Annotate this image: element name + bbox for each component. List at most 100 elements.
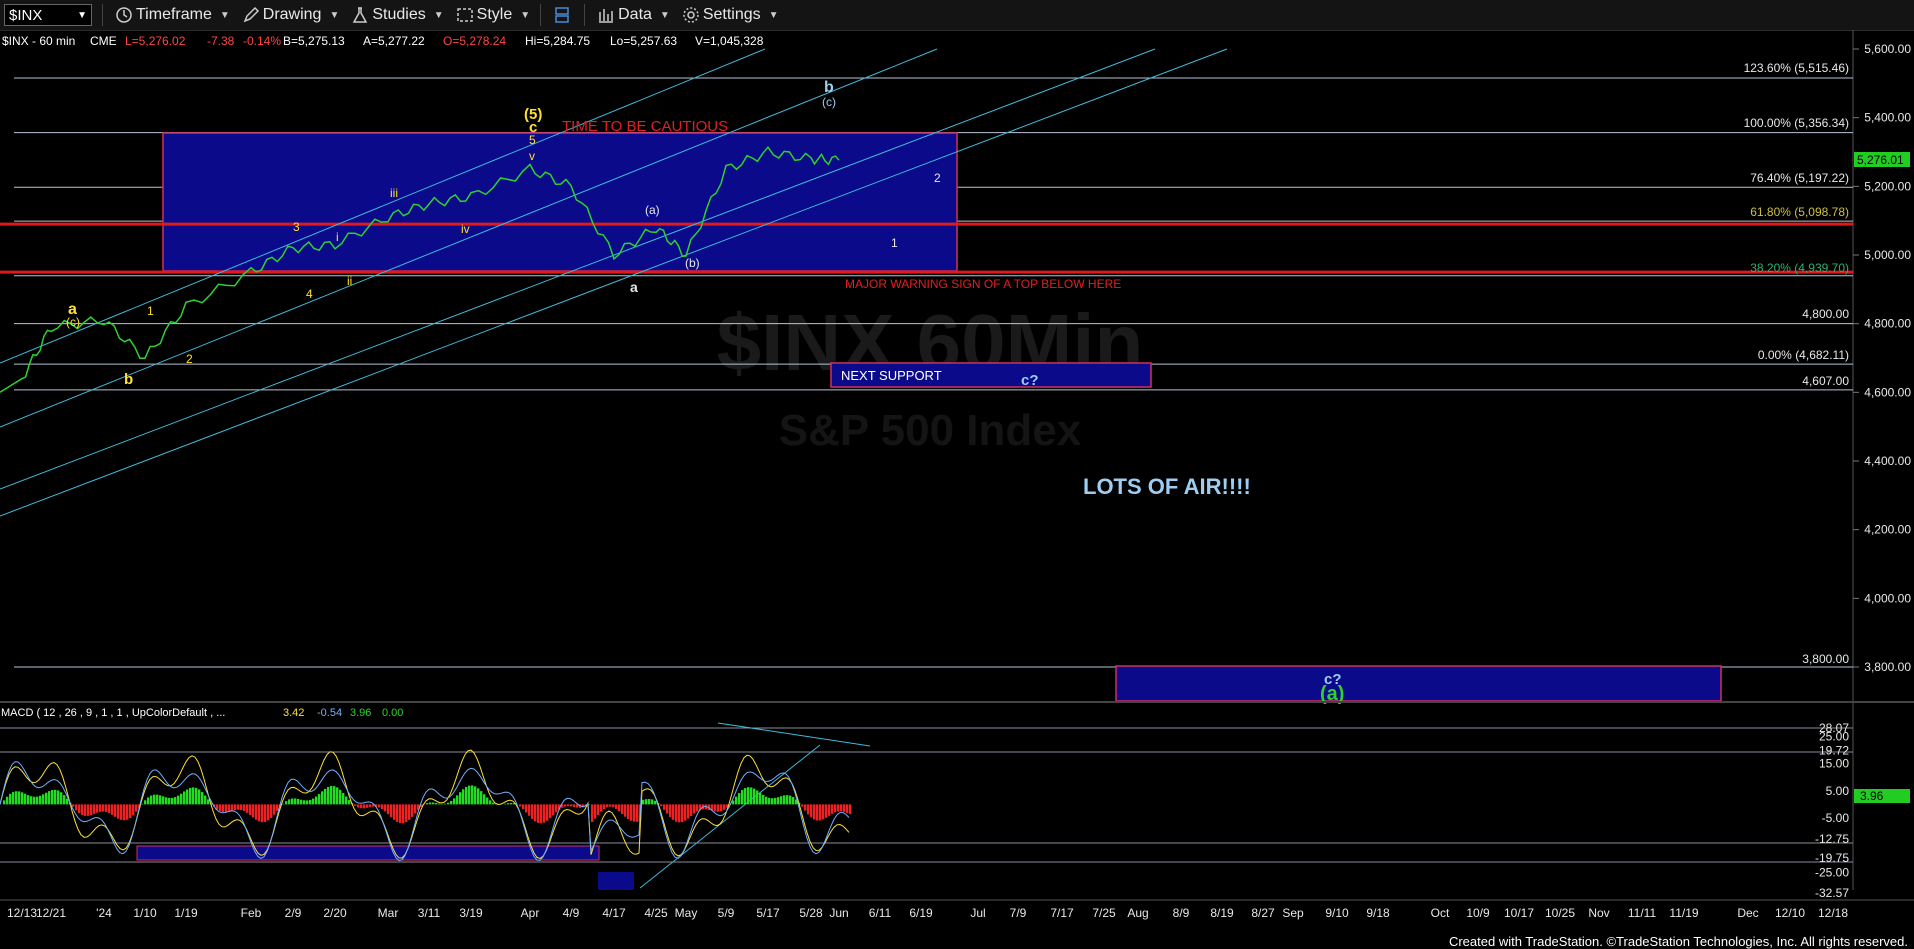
macd-bar bbox=[813, 804, 816, 820]
symbol-selector[interactable]: $INX ▼ bbox=[4, 4, 92, 26]
macd-bar bbox=[783, 795, 786, 805]
macd-bar bbox=[90, 804, 93, 816]
drawing-button[interactable]: Drawing ▼ bbox=[242, 6, 339, 24]
macd-bar bbox=[303, 800, 306, 805]
macd-tick-label: 15.00 bbox=[1819, 757, 1849, 771]
macd-bar bbox=[624, 804, 627, 817]
macd-box-2 bbox=[598, 872, 634, 890]
macd-current-label: 3.96 bbox=[1860, 789, 1884, 803]
macd-bar bbox=[288, 799, 291, 805]
fib-labels: 123.60% (5,515.46) 100.00% (5,356.34) 76… bbox=[1744, 61, 1850, 666]
macd-bar bbox=[252, 804, 255, 818]
macd-bar bbox=[528, 804, 531, 816]
x-tick-label: 4/9 bbox=[563, 906, 580, 920]
style-button[interactable]: Style ▼ bbox=[456, 6, 530, 24]
x-tick-label: 7/25 bbox=[1092, 906, 1116, 920]
macd-bar bbox=[36, 796, 39, 805]
watermark-name: S&P 500 Index bbox=[779, 406, 1082, 455]
macd-bar bbox=[342, 792, 345, 805]
macd-bar bbox=[66, 798, 69, 805]
toolbar-divider bbox=[102, 4, 103, 26]
price-tick-label: 4,800.00 bbox=[1864, 317, 1911, 331]
fib-label-3800: 3,800.00 bbox=[1802, 652, 1849, 666]
macd-bar bbox=[60, 792, 63, 805]
settings-label: Settings bbox=[702, 6, 761, 23]
macd-tick-label: -5.00 bbox=[1822, 811, 1850, 825]
macd-bar bbox=[642, 799, 645, 805]
header-exchange: CME bbox=[90, 34, 117, 48]
time-axis: 12/1312/21 '24 1/10 1/19 Feb 2/9 2/20 Mar 3/11 3/… bbox=[7, 906, 1848, 920]
consolidation-box bbox=[162, 132, 958, 272]
x-tick-label: 6/19 bbox=[909, 906, 933, 920]
macd-bar bbox=[522, 804, 525, 810]
drawing-label: Drawing bbox=[262, 6, 322, 23]
macd-bar bbox=[537, 804, 540, 823]
macd-bar bbox=[180, 793, 183, 805]
x-tick-label: 12/21 bbox=[36, 906, 66, 920]
x-tick-label: 3/19 bbox=[459, 906, 483, 920]
wave-3: 3 bbox=[293, 220, 300, 234]
price-chart[interactable]: $INX - 60 min CME L=5,276.02 -7.38 -0.14… bbox=[0, 30, 1914, 930]
fib-label-4800: 4,800.00 bbox=[1802, 307, 1849, 321]
macd-v2: -0.54 bbox=[317, 707, 342, 719]
macd-bar bbox=[27, 795, 30, 805]
macd-bar bbox=[684, 804, 687, 821]
macd-bar bbox=[183, 791, 186, 805]
macd-bar bbox=[846, 804, 849, 814]
macd-bar bbox=[687, 804, 690, 819]
macd-bar bbox=[747, 787, 750, 805]
chevron-down-icon: ▼ bbox=[433, 9, 444, 21]
x-tick-label: 8/9 bbox=[1173, 906, 1190, 920]
macd-tick-label: 5.00 bbox=[1826, 784, 1850, 798]
macd-bar bbox=[828, 804, 831, 816]
macd-bar bbox=[153, 794, 156, 805]
price-tick-label: 4,000.00 bbox=[1864, 591, 1911, 605]
macd-bar bbox=[543, 804, 546, 823]
x-tick-label: 5/17 bbox=[756, 906, 780, 920]
macd-bar bbox=[165, 797, 168, 805]
macd-bar bbox=[678, 804, 681, 823]
wave-1: 1 bbox=[147, 304, 154, 318]
macd-bar bbox=[381, 804, 384, 810]
macd-bar bbox=[714, 804, 717, 812]
macd-bar bbox=[219, 804, 222, 812]
x-tick-label: 7/9 bbox=[1010, 906, 1027, 920]
x-tick-label: 10/9 bbox=[1466, 906, 1490, 920]
x-tick-label: Mar bbox=[378, 906, 399, 920]
layout-button[interactable] bbox=[553, 6, 574, 24]
price-tick-label: 5,600.00 bbox=[1864, 42, 1911, 56]
x-tick-label: Jul bbox=[970, 906, 985, 920]
x-tick-label: Apr bbox=[521, 906, 540, 920]
data-label: Data bbox=[618, 6, 652, 23]
macd-tick-label: -25.00 bbox=[1815, 865, 1849, 879]
macd-bar bbox=[336, 787, 339, 805]
macd-bar bbox=[849, 804, 852, 815]
price-tick-label: 4,200.00 bbox=[1864, 523, 1911, 537]
chevron-down-icon: ▼ bbox=[520, 9, 531, 21]
macd-bar bbox=[207, 799, 210, 805]
macd-bar bbox=[459, 792, 462, 805]
macd-bar bbox=[408, 804, 411, 820]
timeframe-button[interactable]: Timeframe ▼ bbox=[115, 6, 230, 24]
settings-button[interactable]: Settings ▼ bbox=[682, 6, 779, 24]
macd-bar bbox=[141, 803, 144, 805]
macd-bar bbox=[822, 804, 825, 820]
macd-bar bbox=[453, 798, 456, 805]
macd-bar bbox=[99, 804, 102, 812]
wave-2: 2 bbox=[186, 352, 193, 366]
macd-bar bbox=[519, 804, 522, 807]
macd-tick-label: 25.00 bbox=[1819, 729, 1849, 743]
macd-bar bbox=[24, 793, 27, 805]
data-button[interactable]: Data ▼ bbox=[597, 6, 670, 24]
macd-bar bbox=[171, 797, 174, 805]
macd-bar bbox=[15, 791, 18, 805]
macd-bar bbox=[573, 804, 576, 808]
macd-bar bbox=[483, 794, 486, 805]
macd-bar bbox=[189, 787, 192, 805]
wave-iii: iii bbox=[390, 186, 398, 200]
macd-bar bbox=[636, 804, 639, 822]
studies-button[interactable]: Studies ▼ bbox=[351, 6, 444, 24]
macd-bar bbox=[480, 791, 483, 805]
macd-bar bbox=[816, 804, 819, 821]
macd-tick-label: -19.75 bbox=[1815, 851, 1849, 865]
